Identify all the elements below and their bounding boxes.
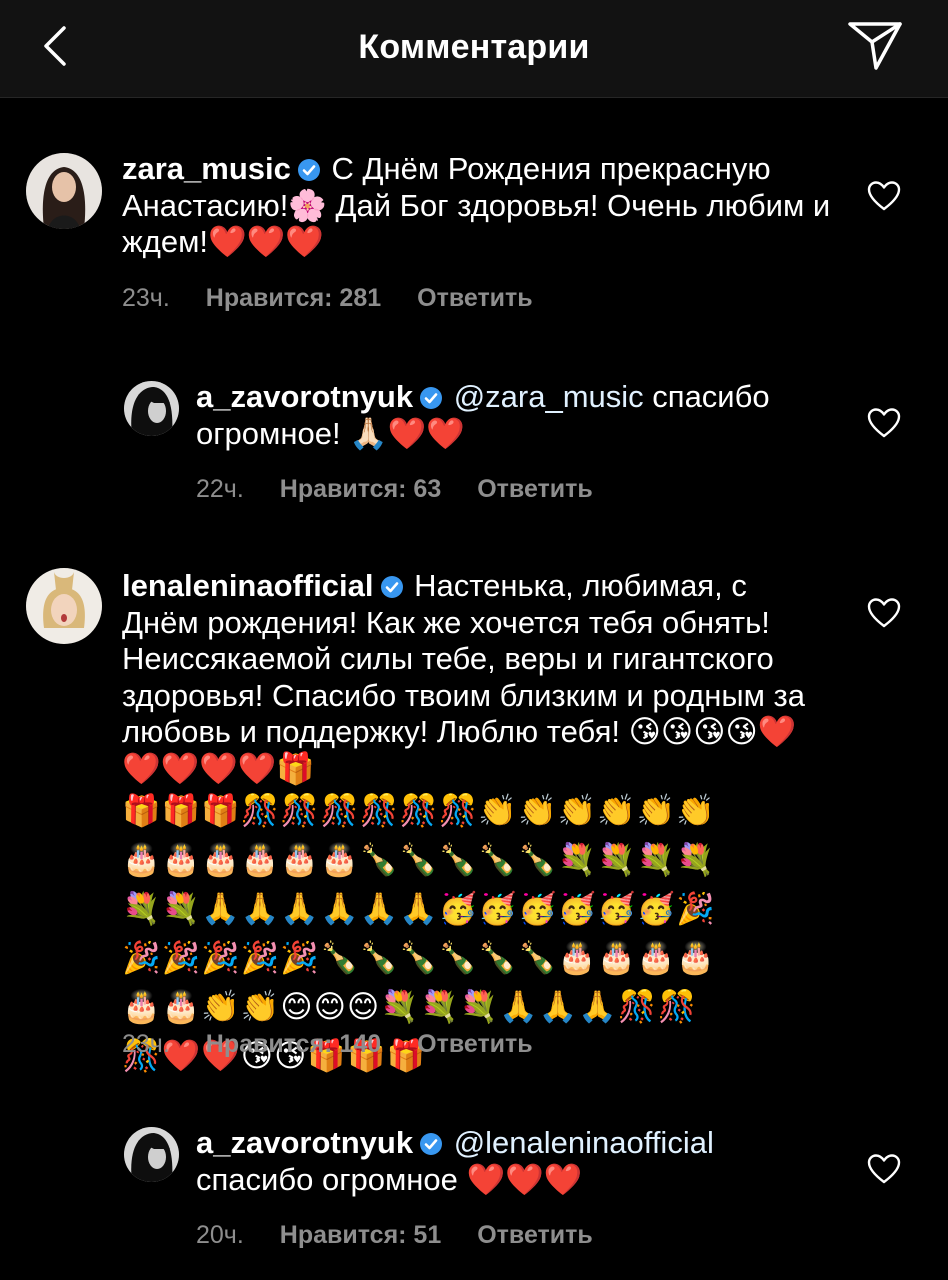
emoji-line: 🎂🎂👏👏😊😊😊💐💐💐🙏🙏🙏🎊🎊 (122, 989, 698, 1024)
heart-outline-icon (867, 408, 901, 438)
avatar[interactable] (124, 381, 179, 436)
comment-time: 20ч. (196, 1221, 244, 1249)
comment-time: 23ч. (122, 284, 170, 312)
comment-meta: 20ч. Нравится: 51 Ответить (196, 1221, 629, 1250)
heart-outline-icon (867, 598, 901, 628)
mention-link[interactable]: @lenaleninaofficial (454, 1125, 714, 1160)
likes-count[interactable]: Нравится: 281 (206, 284, 381, 312)
emoji-line: 🎉🎉🎉🎉🎉🍾🍾🍾🍾🍾🍾🎂🎂🎂🎂 (122, 940, 716, 975)
reply-button[interactable]: Ответить (477, 475, 593, 503)
comment-time: 22ч. (196, 475, 244, 503)
comment-username[interactable]: zara_music (122, 151, 291, 186)
like-button[interactable] (867, 180, 901, 212)
reply-button[interactable]: Ответить (417, 284, 533, 312)
verified-badge-icon (420, 387, 443, 409)
likes-count[interactable]: Нравится: 51 (280, 1221, 441, 1249)
comment-meta: 23ч. Нравится: 140 Ответить (122, 1030, 569, 1059)
heart-outline-icon (867, 1154, 901, 1184)
direct-send-icon (848, 22, 902, 70)
heart-outline-icon (867, 181, 901, 211)
emoji-line: 🎁🎁🎁🎊🎊🎊🎊🎊🎊👏👏👏👏👏👏 (122, 793, 716, 828)
comment-username[interactable]: lenaleninaofficial (122, 568, 374, 603)
verified-badge-icon (380, 576, 403, 598)
avatar[interactable] (124, 1127, 179, 1182)
avatar[interactable] (26, 568, 102, 644)
likes-count[interactable]: Нравится: 140 (206, 1030, 381, 1058)
verified-badge-icon (297, 159, 320, 181)
likes-count[interactable]: Нравится: 63 (280, 475, 441, 503)
comment-meta: 23ч. Нравится: 281 Ответить (122, 284, 569, 313)
reply-button[interactable]: Ответить (477, 1221, 593, 1249)
like-button[interactable] (867, 407, 901, 439)
like-button[interactable] (867, 597, 901, 629)
verified-badge-icon (420, 1133, 443, 1155)
comment-username[interactable]: a_zavorotnyuk (196, 1125, 413, 1160)
page-title: Комментарии (358, 28, 590, 66)
avatar[interactable] (26, 153, 102, 229)
comment-time: 23ч. (122, 1030, 170, 1058)
emoji-line: 🎂🎂🎂🎂🎂🎂🍾🍾🍾🍾🍾💐💐💐💐 (122, 842, 716, 877)
top-bar: Комментарии (0, 0, 948, 98)
share-button[interactable] (846, 20, 904, 72)
comment-meta: 22ч. Нравится: 63 Ответить (196, 475, 629, 504)
comment-username[interactable]: a_zavorotnyuk (196, 379, 413, 414)
reply-button[interactable]: Ответить (417, 1030, 533, 1058)
like-button[interactable] (867, 1153, 901, 1185)
mention-link[interactable]: @zara_music (454, 379, 644, 414)
emoji-line: 💐💐🙏🙏🙏🙏🙏🙏🥳🥳🥳🥳🥳🥳🎉 (122, 891, 716, 926)
comment-text: спасибо огромное ❤️❤️❤️ (196, 1161, 583, 1197)
